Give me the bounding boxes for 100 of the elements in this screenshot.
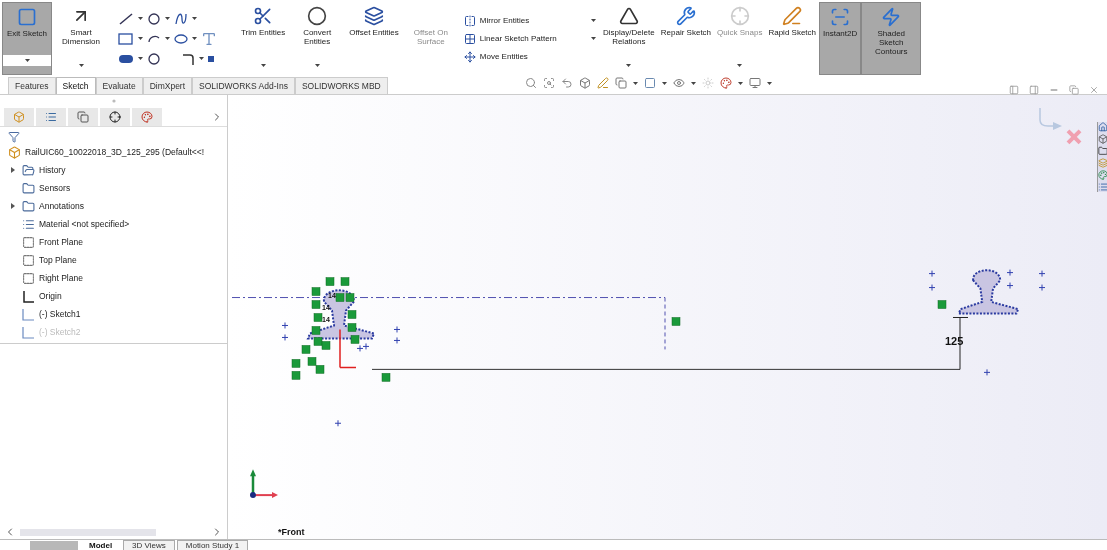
- appearance-icon[interactable]: [141, 110, 153, 123]
- caret-icon[interactable]: [691, 81, 696, 85]
- ribbon-tab[interactable]: Sketch: [55, 77, 96, 94]
- display-style-icon[interactable]: [644, 77, 656, 89]
- ribbon-button[interactable]: Repair Sketch: [660, 2, 712, 37]
- tree-item[interactable]: Front Plane: [39, 235, 83, 249]
- relation-marker[interactable]: [340, 277, 350, 286]
- close-icon[interactable]: [1089, 85, 1099, 95]
- relation-marker[interactable]: [315, 365, 325, 374]
- ribbon-tab[interactable]: SOLIDWORKS MBD: [294, 77, 388, 94]
- relation-marker[interactable]: [291, 371, 301, 380]
- tree-item[interactable]: Annotations: [39, 199, 84, 213]
- ellipse-icon[interactable]: [174, 31, 188, 46]
- part-icon[interactable]: [13, 110, 25, 123]
- part-icon[interactable]: [1098, 134, 1107, 144]
- expand-icon[interactable]: [11, 167, 15, 173]
- list-icon[interactable]: [45, 110, 57, 123]
- panel-icon[interactable]: [1029, 85, 1039, 95]
- line-icon[interactable]: [118, 11, 134, 26]
- caret-icon[interactable]: [260, 64, 266, 67]
- model-tab[interactable]: 3D Views: [123, 540, 175, 550]
- ribbon-button[interactable]: Rapid Sketch: [768, 2, 816, 37]
- relation-marker[interactable]: [381, 373, 391, 382]
- polygon-icon[interactable]: [147, 51, 161, 66]
- caret-icon[interactable]: [165, 17, 170, 20]
- construction-line[interactable]: [664, 297, 666, 350]
- ribbon-button[interactable]: Offset Entities: [349, 2, 399, 37]
- folder-icon[interactable]: [1098, 146, 1107, 156]
- ribbon-button[interactable]: Display/Delete Relations: [602, 2, 655, 46]
- appearance-icon[interactable]: [1098, 170, 1107, 180]
- caret-icon[interactable]: [192, 17, 197, 20]
- tree-item[interactable]: History: [39, 163, 66, 177]
- caret-icon[interactable]: [314, 64, 320, 67]
- caret-icon[interactable]: [138, 17, 143, 20]
- relation-marker[interactable]: [671, 317, 681, 326]
- panel-icon[interactable]: [1009, 85, 1019, 95]
- restore-icon[interactable]: [1069, 85, 1079, 95]
- relation-marker[interactable]: [311, 300, 321, 309]
- appearance-icon[interactable]: [720, 77, 732, 89]
- ribbon-tab[interactable]: SOLIDWORKS Add-Ins: [192, 77, 295, 94]
- config-icon[interactable]: [77, 110, 89, 123]
- circle-icon[interactable]: [147, 11, 161, 26]
- list-icon[interactable]: [1098, 182, 1107, 192]
- centerline[interactable]: [231, 297, 666, 299]
- caret-icon[interactable]: [24, 59, 30, 62]
- pen-icon[interactable]: [597, 77, 609, 89]
- ribbon-tab[interactable]: Features: [8, 77, 56, 94]
- caret-icon[interactable]: [767, 81, 772, 85]
- cube-icon[interactable]: [579, 77, 591, 89]
- slot-icon[interactable]: [118, 52, 134, 65]
- relation-marker[interactable]: [325, 277, 335, 286]
- ribbon-button[interactable]: Smart Dimension: [55, 2, 107, 46]
- search-icon[interactable]: [525, 77, 537, 89]
- ribbon-tab[interactable]: Evaluate: [95, 77, 143, 94]
- ribbon-button[interactable]: Mirror Entities: [479, 16, 530, 25]
- dimension-label[interactable]: 125: [945, 333, 964, 350]
- tree-item[interactable]: Origin: [39, 289, 62, 303]
- caret-icon[interactable]: [590, 19, 596, 22]
- caret-icon[interactable]: [738, 81, 743, 85]
- relation-marker[interactable]: [335, 293, 345, 302]
- caret-icon[interactable]: [199, 57, 204, 60]
- relation-marker[interactable]: [301, 345, 311, 354]
- rail-profile[interactable]: [957, 269, 1020, 315]
- grip-icon[interactable]: [111, 99, 116, 103]
- relation-marker[interactable]: [311, 326, 321, 335]
- relation-marker[interactable]: [311, 287, 321, 296]
- ribbon-button[interactable]: Trim Entities: [241, 2, 286, 37]
- relation-marker[interactable]: [313, 313, 323, 322]
- fillet-icon[interactable]: [181, 51, 195, 66]
- caret-icon[interactable]: [626, 64, 632, 67]
- caret-icon[interactable]: [192, 37, 197, 40]
- tree-item[interactable]: Sensors: [39, 181, 71, 195]
- tree-item[interactable]: Material <not specified>: [39, 217, 130, 231]
- model-tab[interactable]: Motion Study 1: [176, 540, 249, 550]
- relation-marker[interactable]: [347, 323, 357, 332]
- scrollbar-thumb[interactable]: [20, 528, 156, 536]
- origin-marker[interactable]: [339, 328, 357, 369]
- ribbon-button[interactable]: Move Entities: [479, 52, 528, 61]
- relation-marker[interactable]: [313, 337, 323, 346]
- filter-icon[interactable]: [8, 131, 20, 143]
- eye-icon[interactable]: [673, 77, 685, 89]
- tree-item[interactable]: (-) Sketch1: [39, 307, 81, 321]
- sketch-line[interactable]: [371, 368, 961, 370]
- relation-marker[interactable]: [307, 357, 317, 366]
- relation-marker[interactable]: [350, 335, 360, 344]
- relation-marker[interactable]: [937, 300, 947, 309]
- relation-marker[interactable]: [345, 293, 355, 302]
- spline-icon[interactable]: [174, 11, 188, 26]
- tree-item[interactable]: Right Plane: [39, 271, 83, 285]
- undo-icon[interactable]: [561, 77, 573, 89]
- ribbon-button[interactable]: Linear Sketch Pattern: [479, 34, 557, 43]
- relation-marker[interactable]: [321, 341, 331, 350]
- relation-marker[interactable]: [347, 310, 357, 319]
- caret-icon[interactable]: [78, 64, 84, 67]
- caret-icon[interactable]: [138, 37, 143, 40]
- zoom-area-icon[interactable]: [543, 77, 555, 89]
- tree-item[interactable]: Top Plane: [39, 253, 77, 267]
- caret-icon[interactable]: [662, 81, 667, 85]
- view-icon[interactable]: [615, 77, 627, 89]
- point-icon[interactable]: [208, 55, 214, 62]
